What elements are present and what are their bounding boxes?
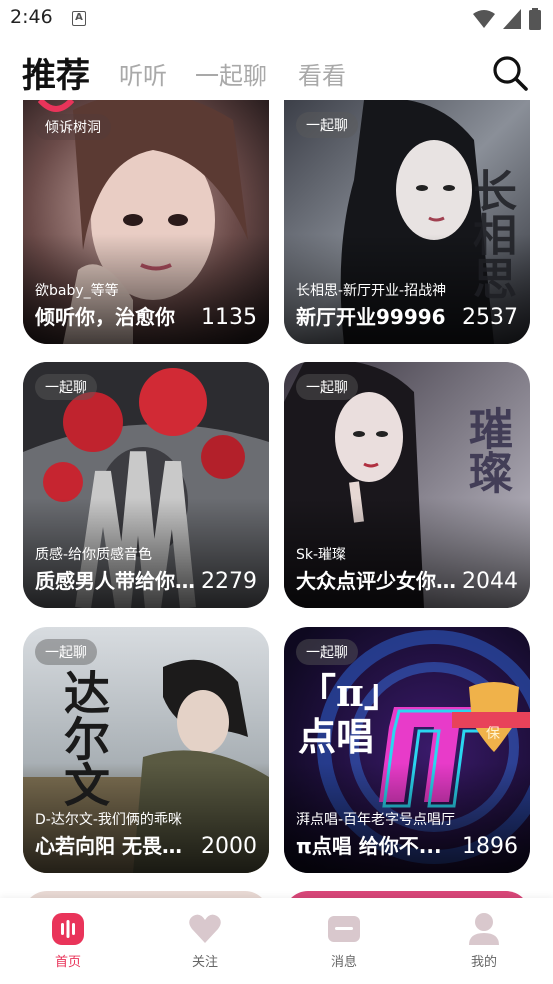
room-category-tag: 一起聊: [296, 112, 358, 138]
room-listener-count: 2000: [201, 834, 257, 859]
room-title: 质感男人带给你...: [35, 569, 197, 593]
room-card[interactable]: 璀璨 一起聊 Sk-璀璨 大众点评少女你... 2044: [284, 362, 530, 608]
guard-badge-icon: 保: [486, 726, 500, 742]
nav-label: 首页: [54, 955, 81, 970]
room-listener-count: 2279: [201, 569, 257, 594]
room-listener-count: 1896: [462, 834, 518, 859]
room-host-name: 长相思-新厅开业-招战神: [296, 283, 447, 299]
room-listener-count: 1135: [201, 305, 257, 330]
room-category-tag: 一起聊: [296, 374, 358, 400]
nav-label: 关注: [191, 955, 218, 970]
room-title: π点唱 给你不...: [296, 834, 442, 858]
room-host-name: 湃点唱-百年老字号点唱厅: [296, 812, 456, 828]
room-title: 新厅开业99996: [296, 305, 446, 329]
tab-listen[interactable]: 听听: [119, 56, 167, 91]
room-listener-count: 2044: [462, 569, 518, 594]
home-live-icon: [52, 913, 84, 945]
room-card[interactable]: 倾诉树洞 欲baby_等等 倾听你，治愈你 1135: [23, 100, 269, 344]
room-host-name: D-达尔文-我们俩的乖咪: [35, 812, 182, 828]
room-card[interactable]: 长相思 一起聊 长相思-新厅开业-招战神 新厅开业99996 2537: [284, 100, 530, 344]
message-icon: [328, 916, 360, 942]
nav-messages[interactable]: 消息: [304, 898, 384, 984]
room-card[interactable]: [23, 891, 269, 898]
status-bar: 2:46 A: [0, 0, 553, 38]
search-icon[interactable]: [491, 54, 529, 92]
room-category-tag: 一起聊: [35, 639, 97, 665]
room-cover-text: 璀璨: [461, 406, 512, 494]
room-title: 心若向阳 无畏悲...: [35, 834, 197, 858]
room-host-name: 欲baby_等等: [35, 283, 119, 299]
room-title: 倾听你，治愈你: [35, 305, 175, 329]
nav-home[interactable]: 首页: [28, 898, 108, 984]
nav-label: 我的: [470, 955, 497, 970]
profile-icon: [469, 913, 499, 945]
room-card[interactable]: 达尔文 一起聊 D-达尔文-我们俩的乖咪 心若向阳 无畏悲... 2000: [23, 627, 269, 873]
room-category-tag: 一起聊: [296, 639, 358, 665]
room-host-name: Sk-璀璨: [296, 547, 347, 563]
room-cover-text: 「π」点唱: [298, 670, 383, 759]
room-title: 大众点评少女你...: [296, 569, 458, 593]
room-category-tag: 一起聊: [35, 374, 97, 400]
room-listener-count: 2537: [462, 305, 518, 330]
live-indicator-icon: [38, 100, 74, 112]
room-cover-text: 长相思: [465, 168, 516, 300]
tab-watch[interactable]: 看看: [298, 56, 346, 91]
room-cover-text: 达尔文: [57, 669, 111, 807]
heart-icon: [189, 914, 221, 943]
tab-recommend[interactable]: 推荐: [22, 48, 90, 97]
nav-label: 消息: [330, 955, 357, 970]
notification-a-icon: A: [72, 11, 86, 26]
tab-chat-together[interactable]: 一起聊: [195, 56, 267, 91]
room-card[interactable]: 「π」点唱 保 一起聊 湃点唱-百年老字号点唱厅 π点唱 给你不... 1896: [284, 627, 530, 873]
status-icons: [473, 8, 541, 30]
bottom-navigation: 首页 关注 消息 我的: [0, 898, 553, 984]
wifi-icon: [473, 10, 495, 28]
room-card[interactable]: 一起聊 质感-给你质感音色 质感男人带给你... 2279: [23, 362, 269, 608]
battery-icon: [529, 8, 541, 30]
room-host-name: 质感-给你质感音色: [35, 547, 153, 563]
top-tab-bar: 推荐 听听 一起聊 看看: [0, 46, 553, 100]
nav-profile[interactable]: 我的: [444, 898, 524, 984]
status-time: 2:46: [10, 6, 53, 28]
signal-icon: [503, 9, 521, 29]
room-category-tag: 倾诉树洞: [35, 114, 111, 140]
room-card[interactable]: [284, 891, 530, 898]
nav-follow[interactable]: 关注: [165, 898, 245, 984]
room-grid: 倾诉树洞 欲baby_等等 倾听你，治愈你 1135 长相思 一起聊 长相思-新…: [0, 100, 553, 898]
